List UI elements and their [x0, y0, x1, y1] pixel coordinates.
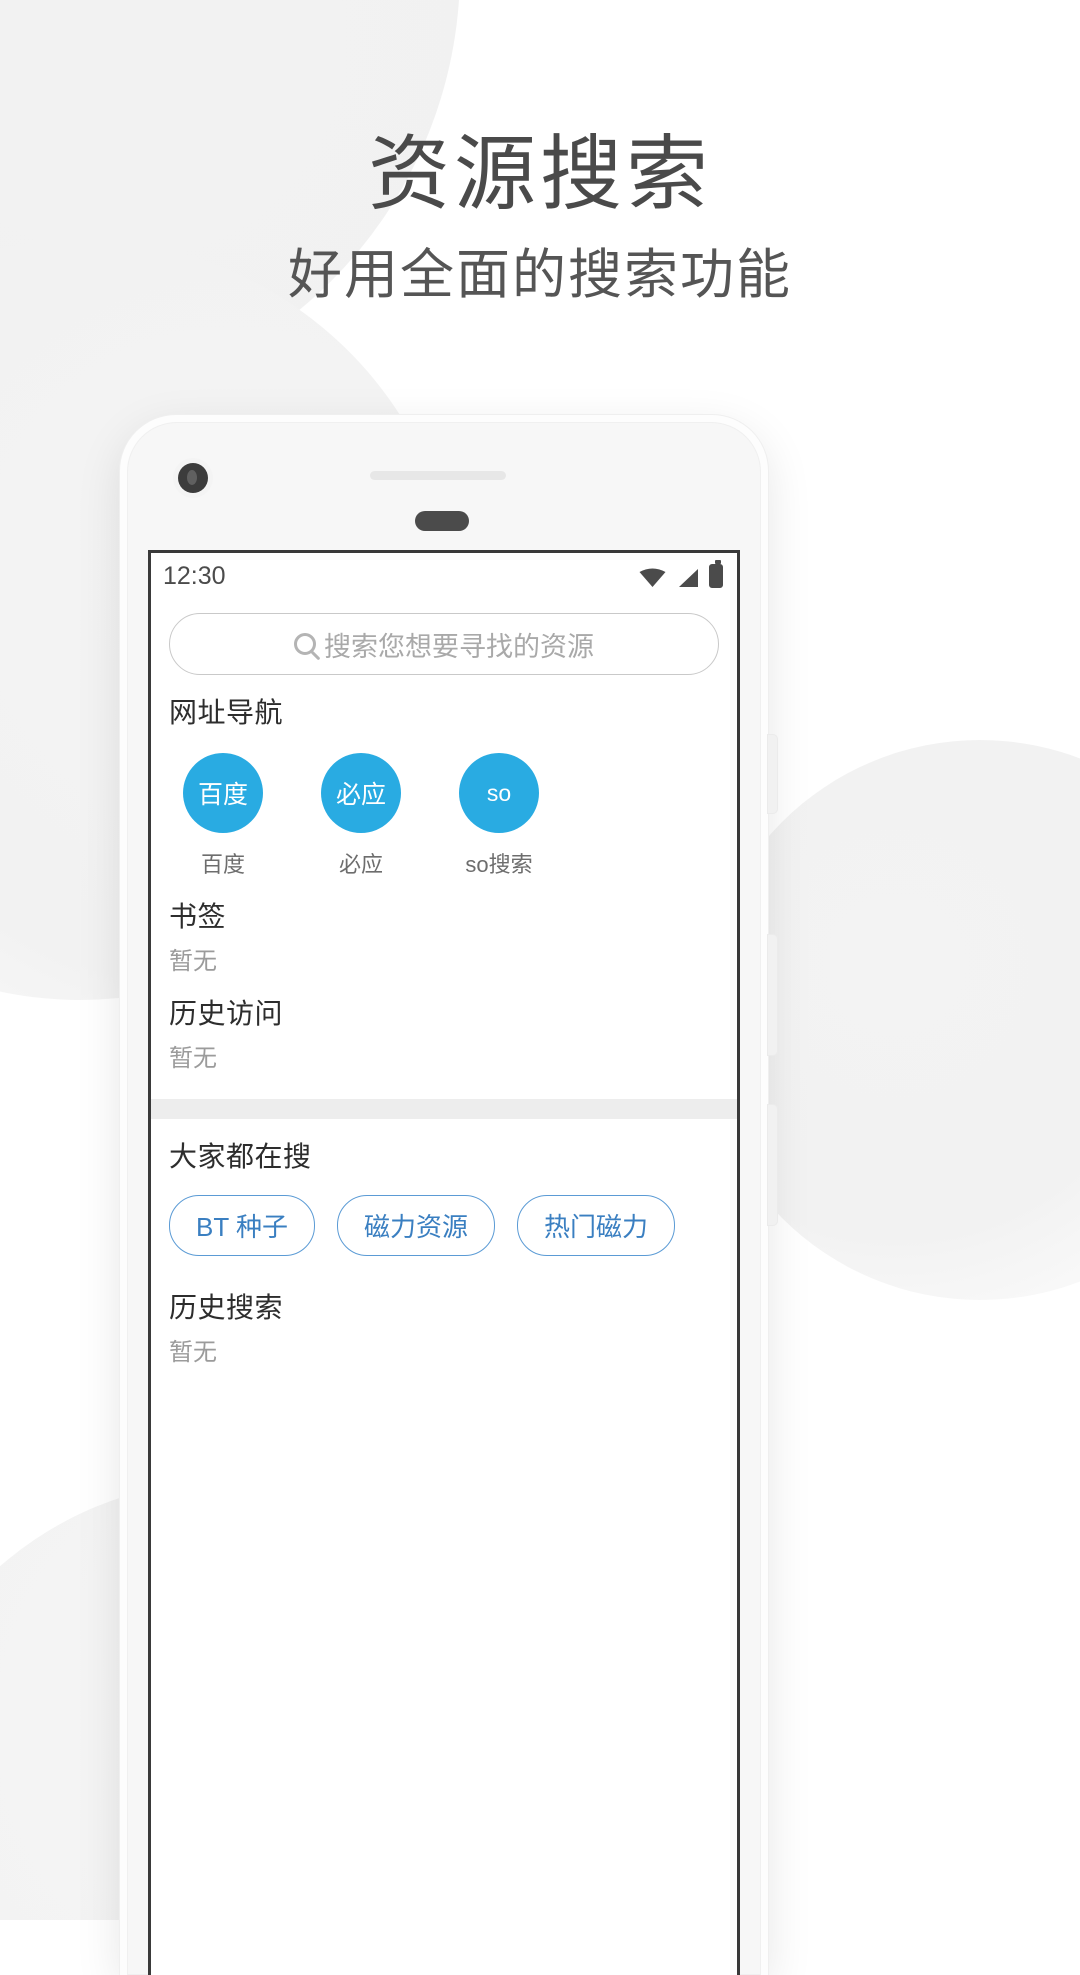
search-input[interactable]: 搜索您想要寻找的资源: [169, 613, 719, 675]
search-icon: [294, 633, 316, 655]
nav-shortcut-badge: 必应: [335, 781, 386, 809]
bookmarks-empty-text: 暂无: [169, 948, 217, 975]
battery-icon: [709, 560, 723, 588]
signal-icon: [679, 569, 698, 587]
trending-chip[interactable]: 热门磁力: [517, 1195, 676, 1256]
phone-mockup: 12:30 搜索您想要寻找的资源 网址导航 百度 百度 必应 必应 so so搜…: [120, 415, 777, 1975]
nav-shortcut-label: 必应: [338, 852, 383, 877]
phone-side-button-volume-down[interactable]: [768, 1105, 777, 1225]
trending-chip[interactable]: BT 种子: [169, 1195, 315, 1256]
section-title-history-visits: 历史访问: [169, 998, 284, 1029]
trending-chip-list: BT 种子 磁力资源 热门磁力: [151, 1175, 737, 1256]
history-visits-empty-text: 暂无: [169, 1045, 217, 1072]
section-title-nav: 网址导航: [169, 697, 284, 728]
nav-shortcut-badge: 百度: [197, 781, 248, 809]
app-content: 搜索您想要寻找的资源 网址导航 百度 百度 必应 必应 so so搜索 书签 暂…: [151, 599, 737, 1367]
nav-shortcut-icon-so: so: [459, 753, 539, 833]
search-history-empty-text: 暂无: [169, 1339, 217, 1366]
wifi-icon: [639, 568, 666, 587]
section-title-trending: 大家都在搜: [169, 1141, 312, 1172]
nav-shortcut-so[interactable]: so so搜索: [451, 753, 547, 879]
front-camera-icon: [178, 463, 208, 493]
phone-side-button-volume-up[interactable]: [768, 935, 777, 1055]
page-subtitle: 好用全面的搜索功能: [288, 245, 792, 306]
trending-chip[interactable]: 磁力资源: [336, 1195, 495, 1256]
section-divider: [151, 1099, 737, 1119]
status-bar: 12:30: [151, 553, 737, 599]
section-title-bookmarks: 书签: [169, 901, 227, 932]
nav-shortcut-label: so搜索: [465, 852, 533, 877]
nav-shortcut-icon-bing: 必应: [321, 753, 401, 833]
nav-shortcut-bing[interactable]: 必应 必应: [313, 753, 409, 879]
nav-shortcut-label: 百度: [200, 852, 245, 877]
page-title: 资源搜索: [367, 129, 712, 220]
nav-shortcut-grid: 百度 百度 必应 必应 so so搜索: [151, 731, 737, 879]
phone-screen: 12:30 搜索您想要寻找的资源 网址导航 百度 百度 必应 必应 so so搜…: [148, 550, 740, 1975]
status-bar-icons: [639, 560, 723, 588]
promo-header: 资源搜索 好用全面的搜索功能: [0, 129, 1080, 306]
search-bar-container: 搜索您想要寻找的资源: [151, 599, 737, 675]
nav-shortcut-badge: so: [486, 779, 512, 806]
nav-shortcut-icon-baidu: 百度: [183, 753, 263, 833]
status-bar-clock: 12:30: [163, 561, 226, 590]
nav-shortcut-baidu[interactable]: 百度 百度: [175, 753, 271, 879]
section-title-search-history: 历史搜索: [169, 1292, 284, 1323]
search-input-placeholder: 搜索您想要寻找的资源: [324, 631, 594, 662]
phone-side-button-power[interactable]: [768, 735, 777, 813]
speaker-grille: [370, 471, 506, 480]
earpiece-icon: [415, 511, 469, 531]
